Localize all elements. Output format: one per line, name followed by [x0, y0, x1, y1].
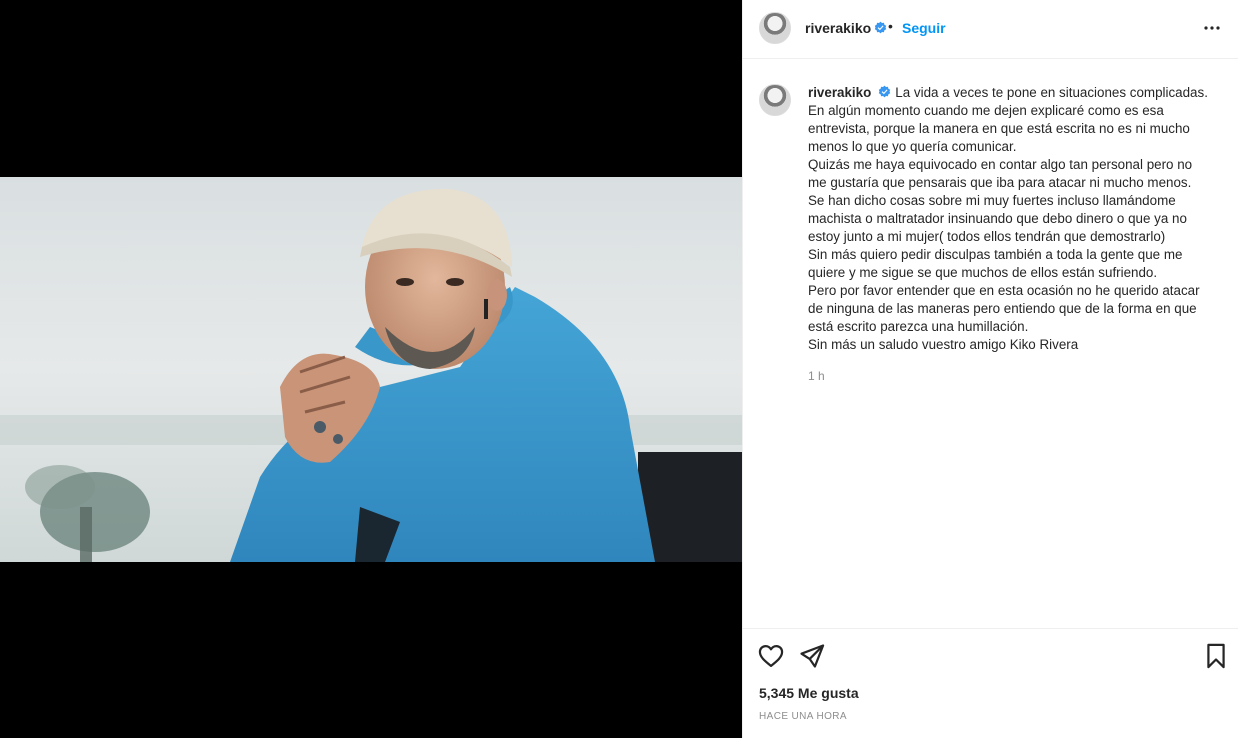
caption-line: Sin más quiero pedir disculpas también a… — [808, 247, 1183, 262]
post-header: riverakiko • Seguir — [743, 0, 1238, 59]
post-details-panel: riverakiko • Seguir riverakiko La vida a … — [743, 0, 1238, 738]
username-text[interactable]: riverakiko — [805, 20, 871, 36]
bookmark-icon[interactable] — [1202, 642, 1230, 670]
caption-line: machista o maltratador insinuando que de… — [808, 211, 1187, 226]
posted-time[interactable]: HACE UNA HORA — [759, 711, 847, 722]
follow-button[interactable]: Seguir — [902, 20, 946, 36]
caption-username[interactable]: riverakiko — [808, 85, 871, 100]
caption-line: me gustaría que pensarais que iba para a… — [808, 175, 1192, 190]
caption-line: En algún momento cuando me dejen explica… — [808, 103, 1164, 118]
photo-illustration — [0, 177, 742, 562]
likes-count[interactable]: 5,345 Me gusta — [759, 685, 859, 701]
caption-line: entrevista, porque la manera en que está… — [808, 121, 1190, 136]
verified-badge-icon — [879, 85, 891, 98]
caption-text: riverakiko La vida a veces te pone en sit… — [808, 84, 1228, 354]
post-actions: 5,345 Me gusta HACE UNA HORA — [743, 628, 1238, 738]
username-link[interactable]: riverakiko — [805, 20, 887, 36]
caption-line: de ninguna de las maneras pero entiendo … — [808, 301, 1197, 316]
caption-line: Sin más un saludo vuestro amigo Kiko Riv… — [808, 337, 1079, 352]
caption-line: Quizás me haya equivocado en contar algo… — [808, 157, 1193, 172]
separator-dot: • — [888, 18, 893, 34]
post-media[interactable] — [0, 0, 742, 738]
send-icon[interactable] — [798, 642, 826, 670]
caption-line: Se han dicho cosas sobre mi muy fuertes … — [808, 193, 1176, 208]
caption-line-text: La vida a veces te pone en situaciones c… — [895, 85, 1208, 100]
more-horizontal-icon[interactable] — [1200, 16, 1224, 40]
caption-line: riverakiko La vida a veces te pone en sit… — [808, 84, 1228, 102]
avatar[interactable] — [759, 12, 791, 44]
caption-line: Pero por favor entender que en esta ocas… — [808, 283, 1200, 298]
caption-line: está escrito parezca una humillación. — [808, 319, 1029, 334]
post-photo — [0, 177, 742, 562]
caption-line: menos lo que yo quería comunicar. — [808, 139, 1017, 154]
heart-icon[interactable] — [757, 642, 785, 670]
caption-avatar[interactable] — [759, 84, 791, 116]
caption-timestamp[interactable]: 1 h — [808, 369, 825, 383]
verified-badge-icon — [874, 21, 887, 34]
caption-line: estoy junto a mi mujer( todos ellos tend… — [808, 229, 1166, 244]
caption-line: quiere y me sigue se que muchos de ellos… — [808, 265, 1158, 280]
